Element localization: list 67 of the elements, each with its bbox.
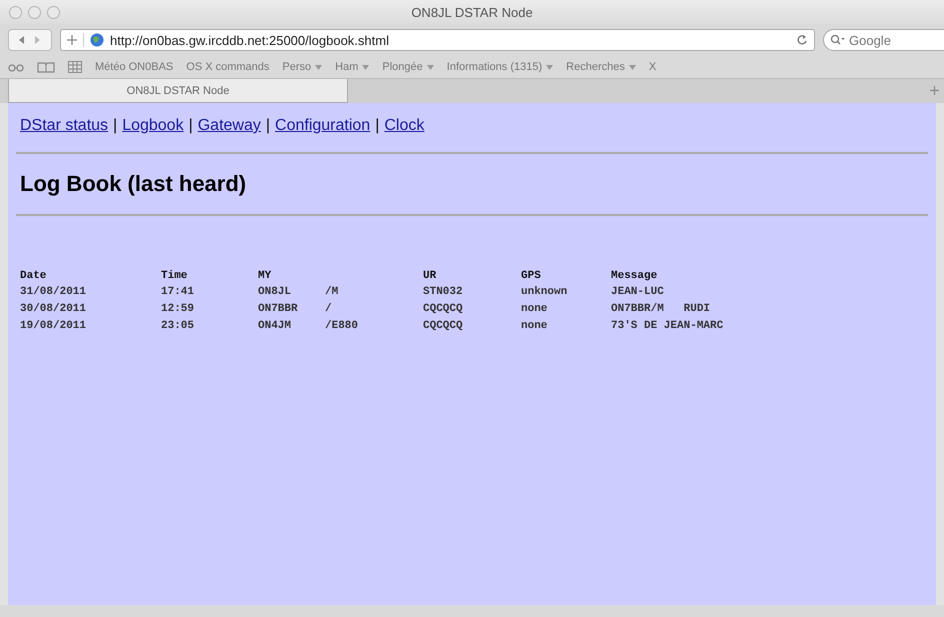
table-cell: ON8JL bbox=[258, 286, 292, 298]
nav-link[interactable]: Configuration bbox=[275, 117, 370, 135]
table-cell: 12:59 bbox=[161, 303, 194, 315]
table-cell: unknown bbox=[521, 286, 568, 298]
column-header: Time bbox=[161, 270, 188, 282]
grid-icon[interactable] bbox=[68, 61, 82, 73]
table-cell: 30/08/2011 bbox=[20, 303, 86, 315]
column-header: UR bbox=[423, 270, 436, 282]
browser-tab[interactable]: ON8JL DSTAR Node bbox=[8, 79, 348, 103]
table-cell: CQCQCQ bbox=[423, 320, 463, 332]
nav-link[interactable]: DStar status bbox=[20, 117, 108, 135]
table-cell: / bbox=[325, 303, 332, 315]
search-icon[interactable] bbox=[830, 34, 846, 46]
nav-link[interactable]: Logbook bbox=[122, 117, 184, 135]
table-cell: ON4JM bbox=[258, 320, 292, 332]
column-header: GPS bbox=[521, 270, 541, 282]
caret-icon[interactable] bbox=[546, 64, 554, 70]
bookmark-item[interactable]: Météo ON0BAS bbox=[95, 61, 174, 73]
link-separator: | bbox=[188, 117, 194, 135]
link-separator: | bbox=[112, 117, 118, 135]
table-cell: ON7BBR bbox=[258, 303, 298, 315]
window-title: ON8JL DSTAR Node bbox=[411, 4, 533, 20]
bookmark-item[interactable]: Informations (1315) bbox=[446, 61, 542, 73]
bookmark-item[interactable]: Ham bbox=[335, 61, 358, 73]
minimize-button[interactable] bbox=[28, 6, 41, 18]
bookmark-item[interactable]: Recherches bbox=[566, 61, 625, 73]
table-cell: 73'S DE JEAN-MARC bbox=[611, 320, 724, 332]
back-forward-buttons[interactable] bbox=[8, 29, 52, 51]
table-cell: CQCQCQ bbox=[423, 303, 463, 315]
page-heading: Log Book (last heard) bbox=[20, 171, 248, 197]
bookmark-item[interactable]: Plongée bbox=[382, 61, 423, 73]
table-cell: none bbox=[521, 303, 548, 315]
new-tab-icon[interactable] bbox=[930, 86, 939, 95]
caret-icon[interactable] bbox=[426, 64, 434, 70]
caret-icon[interactable] bbox=[315, 64, 322, 70]
search-input[interactable]: Google bbox=[849, 31, 944, 49]
table-cell: 31/08/2011 bbox=[20, 286, 86, 298]
zoom-button[interactable] bbox=[47, 6, 60, 18]
table-cell: none bbox=[521, 320, 548, 332]
glasses-icon[interactable] bbox=[8, 62, 24, 72]
bookmark-item[interactable]: Perso bbox=[282, 61, 312, 73]
table-cell: /E880 bbox=[325, 320, 358, 332]
address-field[interactable]: http://on0bas.gw.ircddb.net:25000/logbook.shtml bbox=[60, 29, 815, 51]
table-cell: /M bbox=[325, 286, 338, 298]
reload-icon[interactable] bbox=[796, 34, 808, 46]
table-cell: 19/08/2011 bbox=[20, 320, 86, 332]
bookmark-item[interactable]: X bbox=[648, 61, 656, 73]
table-cell: 17:41 bbox=[161, 286, 194, 298]
link-separator: | bbox=[264, 117, 272, 135]
link-separator: | bbox=[374, 117, 380, 135]
table-cell: STN032 bbox=[423, 286, 463, 298]
table-cell: 23:05 bbox=[161, 320, 194, 332]
column-header: Message bbox=[611, 270, 658, 282]
table-cell: ON7BBR/M RUDI bbox=[611, 303, 710, 315]
close-button[interactable] bbox=[9, 6, 22, 18]
table-cell: JEAN-LUC bbox=[611, 286, 664, 298]
globe-icon bbox=[90, 33, 104, 47]
nav-link[interactable]: Clock bbox=[384, 117, 424, 135]
add-bookmark-icon[interactable] bbox=[67, 35, 77, 45]
column-header: Date bbox=[20, 270, 46, 282]
caret-icon[interactable] bbox=[362, 64, 370, 70]
search-field[interactable]: Google bbox=[823, 29, 944, 51]
book-icon[interactable] bbox=[37, 61, 55, 73]
column-header: MY bbox=[258, 270, 272, 282]
caret-icon[interactable] bbox=[628, 64, 636, 70]
bookmark-item[interactable]: OS X commands bbox=[186, 61, 270, 73]
nav-link[interactable]: Gateway bbox=[198, 117, 261, 135]
